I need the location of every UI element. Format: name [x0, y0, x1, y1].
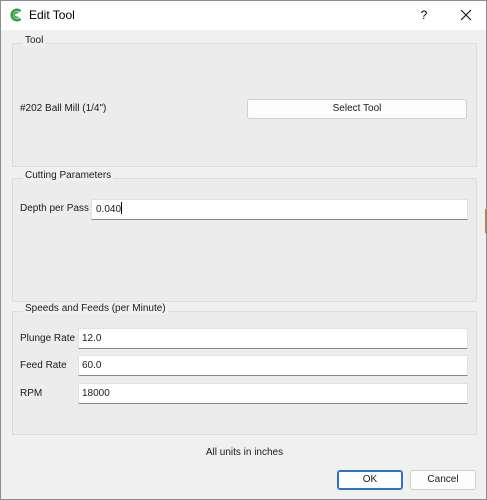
cancel-button-label: Cancel	[427, 474, 459, 485]
close-button[interactable]	[447, 1, 485, 30]
depth-per-pass-input[interactable]: 0.040	[91, 199, 468, 220]
cutting-parameters-group: Cutting Parameters Depth per Pass 0.040	[12, 170, 477, 302]
tool-group-title: Tool	[23, 35, 46, 46]
plunge-rate-input[interactable]: 12.0	[78, 328, 468, 349]
feed-rate-label: Feed Rate	[20, 360, 67, 371]
rpm-label: RPM	[20, 388, 43, 399]
cutting-parameters-title: Cutting Parameters	[23, 170, 114, 181]
depth-per-pass-value: 0.040	[96, 204, 122, 215]
help-button[interactable]: ?	[407, 1, 441, 30]
plunge-rate-value: 12.0	[82, 333, 102, 344]
rpm-value: 18000	[82, 388, 110, 399]
cancel-button[interactable]: Cancel	[410, 470, 476, 490]
speeds-feeds-group: Speeds and Feeds (per Minute) Plunge Rat…	[12, 303, 477, 435]
tool-group: Tool #202 Ball Mill (1/4") Select Tool	[12, 35, 477, 167]
select-tool-button-label: Select Tool	[332, 103, 382, 114]
text-caret	[121, 202, 123, 214]
rpm-input[interactable]: 18000	[78, 383, 468, 404]
close-icon	[460, 9, 472, 21]
tool-name-label: #202 Ball Mill (1/4")	[20, 103, 107, 114]
title-bar[interactable]: Edit Tool ?	[1, 1, 486, 30]
ok-button-label: OK	[362, 474, 378, 485]
edit-tool-dialog: Edit Tool ? Tool #202 Ball Mill (1/4") S…	[0, 0, 487, 500]
ok-button[interactable]: OK	[337, 470, 403, 490]
select-tool-button[interactable]: Select Tool	[247, 99, 467, 119]
units-note: All units in inches	[205, 447, 284, 458]
speeds-feeds-title: Speeds and Feeds (per Minute)	[23, 303, 168, 314]
window-title: Edit Tool	[29, 8, 75, 22]
depth-per-pass-label: Depth per Pass	[20, 203, 89, 214]
feed-rate-input[interactable]: 60.0	[78, 355, 468, 376]
plunge-rate-label: Plunge Rate	[20, 333, 76, 344]
feed-rate-value: 60.0	[82, 360, 102, 371]
app-logo-icon	[9, 8, 23, 22]
